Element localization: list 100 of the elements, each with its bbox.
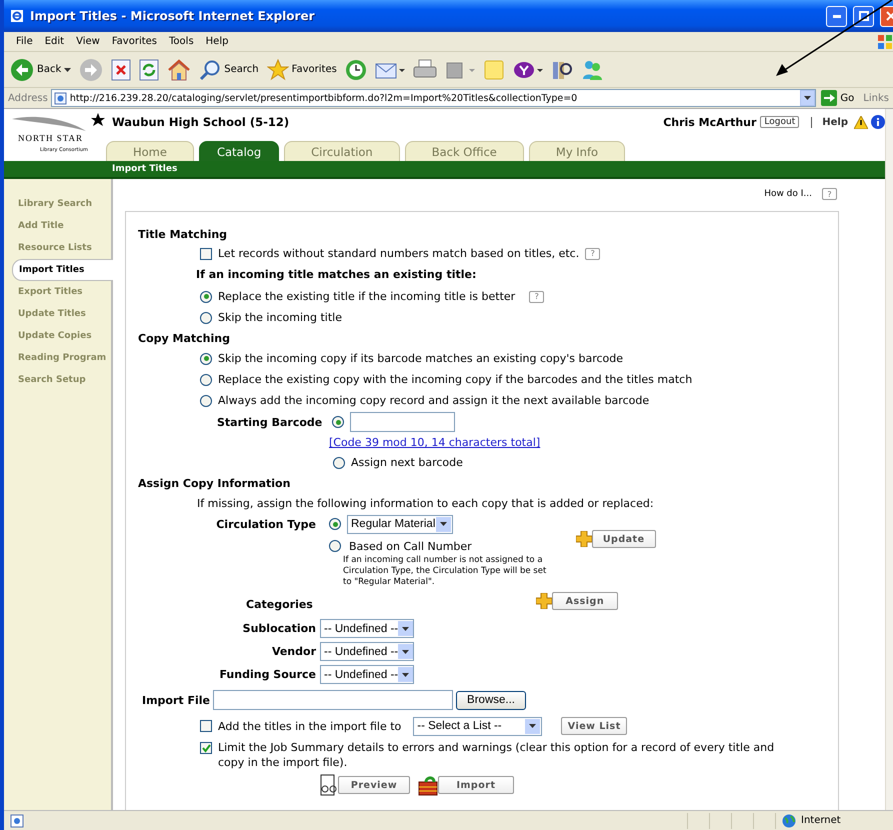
caret-icon — [64, 68, 72, 72]
toolbar-label[interactable]: Favorites — [292, 64, 337, 75]
plus-icon — [536, 593, 552, 609]
checkbox[interactable] — [200, 720, 212, 732]
radio-label: Skip the incoming title — [218, 311, 342, 324]
barcode-input[interactable] — [350, 412, 455, 432]
import-button[interactable]: Import — [438, 776, 514, 794]
minimize-icon — [832, 14, 840, 18]
section-heading: Copy Matching — [138, 330, 231, 346]
field-label: Vendor — [270, 645, 316, 658]
help-icon[interactable]: ? — [585, 248, 600, 260]
radio-button[interactable] — [200, 352, 212, 364]
caret-icon — [402, 650, 410, 654]
radio-button[interactable] — [329, 540, 341, 552]
circulation-type-select[interactable]: Regular Material — [347, 514, 453, 534]
subheading: If an incoming title matches an existing title: — [196, 268, 476, 281]
maximize-button[interactable] — [853, 6, 874, 26]
logout-button[interactable]: Logout — [760, 116, 800, 128]
help-icon[interactable]: ? — [822, 188, 837, 200]
menu-item[interactable]: Tools — [163, 36, 200, 47]
nav-tab[interactable]: My Info — [528, 141, 626, 161]
update-button[interactable]: Update — [592, 530, 656, 548]
browse-button[interactable]: Browse... — [456, 690, 526, 710]
view-list-button[interactable]: View List — [561, 717, 628, 735]
radio-label: Based on Call Number — [349, 540, 472, 552]
how-do-i-link[interactable]: How do I... — [764, 189, 812, 199]
checkbox[interactable] — [200, 248, 212, 260]
minimize-button[interactable] — [826, 6, 847, 26]
menu-item[interactable]: Edit — [38, 36, 70, 47]
radio-button[interactable] — [200, 394, 212, 406]
checkbox-label: Add the titles in the import file to — [218, 720, 402, 732]
logo-text: NORTH STAR — [18, 133, 83, 143]
zone-label: Internet — [801, 815, 841, 826]
field-label: Sublocation — [242, 622, 316, 635]
breadcrumb: Import Titles — [112, 164, 178, 174]
field-label: Categories — [246, 598, 313, 610]
radio-button[interactable] — [200, 374, 212, 386]
caret-icon — [402, 672, 410, 676]
radio-button[interactable] — [332, 416, 344, 428]
caret-icon — [529, 724, 536, 728]
printer-icon[interactable] — [412, 58, 437, 80]
dropdown[interactable]: -- Undefined -- — [320, 619, 414, 638]
checkbox-label: Limit the Job Summary details to errors and warnings (clear this option for a record of every title and copy in the import file). — [218, 740, 776, 770]
go-button[interactable]: Go — [840, 92, 854, 104]
school-name: Waubun High School (5-12) — [112, 115, 290, 129]
barcode-format-link[interactable]: [Code 39 mod 10, 14 characters total] — [329, 436, 540, 449]
nav-tab[interactable]: Back Office — [404, 141, 524, 161]
glasses-icon — [320, 774, 338, 796]
field-label: Import File — [142, 694, 210, 706]
help-icon[interactable]: ? — [529, 290, 544, 302]
clock-icon[interactable] — [344, 58, 367, 80]
assign-button[interactable]: Assign — [552, 592, 618, 610]
section-heading: Title Matching — [138, 226, 228, 242]
menu-item[interactable]: Help — [200, 36, 234, 47]
info-icon — [871, 115, 885, 129]
sidebar-item[interactable]: Import Titles — [12, 259, 113, 281]
address-label: Address — [8, 92, 48, 104]
note-text: If an incoming call number is not assigned to a Circulation Type, the Circulation Type will be set to "Regular Material". — [343, 555, 548, 588]
radio-button[interactable] — [200, 312, 212, 324]
search-icon[interactable] — [199, 58, 222, 80]
file-input[interactable] — [213, 690, 454, 710]
help-link[interactable]: Help — [822, 116, 848, 128]
dropdown[interactable]: -- Undefined -- — [320, 665, 414, 684]
address-url: http://216.239.28.20/cataloging/servlet/presentimportbibform.do?l2m=Import%20Titles&collectionType=0 — [70, 92, 578, 104]
stop-icon[interactable] — [111, 58, 132, 80]
caret-icon — [804, 96, 812, 100]
window-title: Import Titles - Microsoft Internet Explorer — [30, 9, 316, 23]
nav-tab[interactable]: Circulation — [284, 141, 400, 161]
radio-label: Assign next barcode — [351, 456, 463, 469]
radio-button[interactable] — [333, 456, 345, 468]
toolbar-label[interactable]: Search — [224, 64, 259, 75]
menu-item[interactable]: View — [70, 36, 106, 47]
refresh-icon[interactable] — [139, 58, 160, 80]
links-label[interactable]: Links — [863, 92, 889, 104]
scrollbar[interactable] — [885, 109, 893, 810]
radio-button[interactable] — [200, 290, 212, 302]
toolbar-label[interactable]: Back — [37, 64, 62, 75]
close-icon — [886, 11, 893, 21]
menu-item[interactable]: File — [10, 36, 39, 47]
preview-button[interactable]: Preview — [338, 776, 410, 794]
user-name: Chris McArthur — [663, 116, 756, 128]
star-icon[interactable] — [266, 58, 289, 80]
nav-tab[interactable]: Catalog — [198, 141, 280, 161]
dropdown[interactable]: -- Undefined -- — [320, 642, 414, 661]
field-label: Starting Barcode — [217, 416, 324, 428]
list-select[interactable]: -- Select a List -- — [413, 716, 542, 736]
radio-label: Replace the existing title if the incoming title is better — [218, 290, 516, 303]
address-field[interactable]: http://216.239.28.20/cataloging/servlet/presentimportbibform.do?l2m=Import%20Titles&collectionType=0 — [50, 89, 816, 107]
browser-icon — [10, 9, 24, 23]
radio-button[interactable] — [329, 518, 341, 530]
radio-label: Always add the incoming copy record and assign it the next available barcode — [218, 394, 650, 407]
plus-icon — [576, 531, 592, 547]
nav-tab[interactable]: Home — [106, 141, 194, 161]
home-icon[interactable] — [167, 58, 192, 80]
checkbox[interactable] — [200, 742, 212, 754]
menu-item[interactable]: Favorites — [106, 36, 164, 47]
windows-flag-icon — [877, 34, 893, 50]
field-label: Funding Source — [218, 668, 316, 681]
crate-icon — [418, 774, 438, 796]
page-icon — [54, 92, 67, 104]
